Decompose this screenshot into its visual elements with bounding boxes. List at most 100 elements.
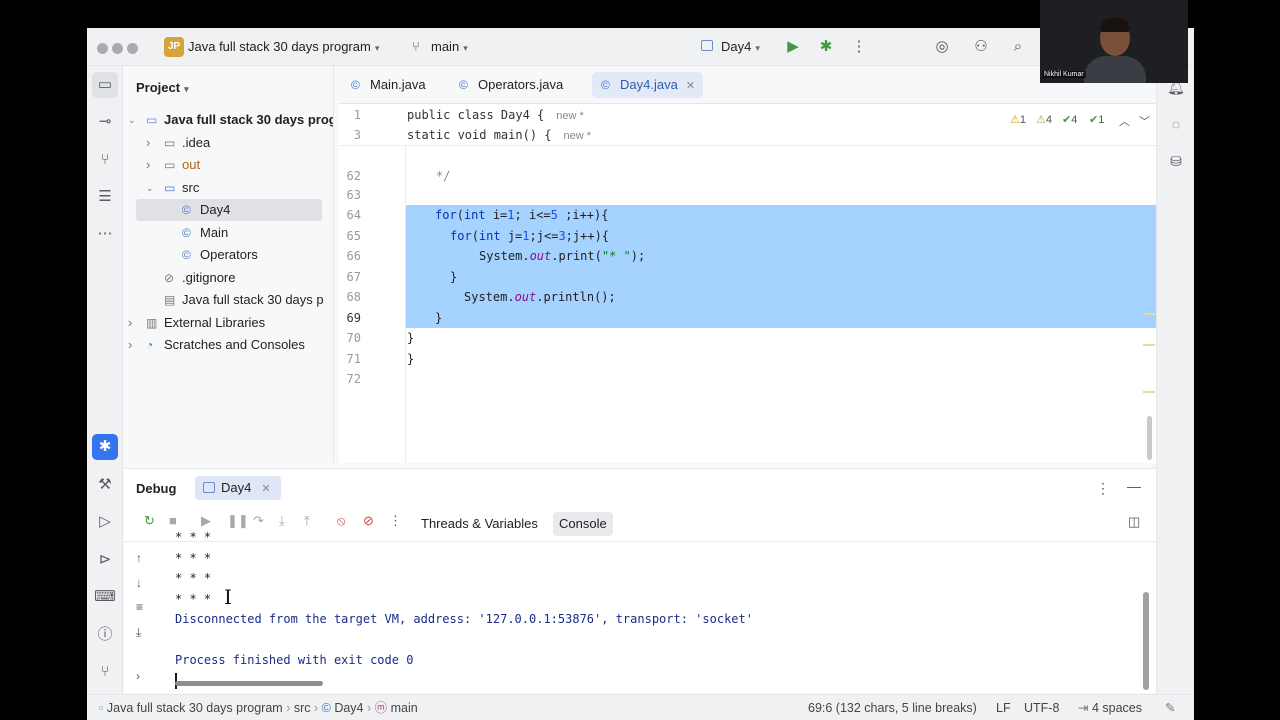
tree-item[interactable]: ▤ Java full stack 30 days p (124, 289, 333, 311)
terminal-tool-icon[interactable]: ⌨ (92, 584, 118, 610)
person-hair (1100, 18, 1130, 32)
warnings-indicator[interactable]: ⚠1 (1010, 113, 1026, 126)
zoom-window-button[interactable] (127, 43, 138, 54)
tab-main-java[interactable]: © Main.java (342, 72, 434, 98)
tree-item-label: Java full stack 30 days p (182, 292, 324, 307)
project-selector[interactable]: Java full stack 30 days program ▾ (188, 39, 379, 54)
file-encoding[interactable]: UTF-8 (1024, 695, 1059, 720)
chevron-right-icon[interactable]: › (128, 334, 132, 356)
layout-settings-icon[interactable]: ◫ (1128, 514, 1140, 530)
chevron-right-icon[interactable]: › (146, 154, 150, 176)
search-icon[interactable]: ⌕ (1007, 36, 1029, 58)
indent-settings[interactable]: ⇥ 4 spaces (1078, 695, 1142, 720)
tree-item[interactable]: © Day4 (136, 199, 322, 221)
tree-item[interactable]: › ▥ External Libraries (124, 312, 333, 334)
project-panel-title[interactable]: Project ▾ (136, 80, 189, 95)
console-output[interactable]: ↑ ↓ ≡ ⤓ › * * * * * * * * * * * * Discon… (124, 530, 1156, 693)
chevron-right-icon[interactable]: › (128, 312, 132, 334)
next-highlight-icon[interactable]: ﹀ (1139, 113, 1150, 129)
line-ending[interactable]: LF (996, 695, 1011, 720)
minimize-window-button[interactable] (112, 43, 123, 54)
database-icon[interactable]: ⛁ (1163, 148, 1189, 174)
git-tool-icon[interactable]: ⑂ (92, 659, 118, 685)
run-config-selector[interactable]: Day4 ▾ (721, 39, 760, 54)
more-tools-icon[interactable]: ⋯ (92, 221, 118, 247)
project-tool-icon[interactable]: ▭ (92, 72, 118, 98)
step-over-icon[interactable]: ↷ (253, 513, 264, 529)
sticky-code-line: public class Day4 {new * (407, 108, 584, 122)
services-tool-icon[interactable]: ⊳ (92, 547, 118, 573)
build-tool-icon[interactable]: ⚒ (92, 472, 118, 498)
chevron-right-icon[interactable]: › (146, 132, 150, 154)
more-options-icon[interactable]: ⋮ (1096, 480, 1110, 497)
tree-item[interactable]: © Operators (124, 244, 333, 266)
scroll-up-icon[interactable]: ↑ (136, 551, 142, 565)
resume-icon[interactable]: ▶ (201, 513, 211, 529)
ok-indicator[interactable]: ✔1 (1089, 113, 1104, 126)
project-badge[interactable]: JP (164, 37, 184, 57)
tree-item[interactable]: © Main (124, 222, 333, 244)
code-with-me-icon[interactable]: ⚇ (970, 36, 992, 58)
debug-session-tab[interactable]: Day4 ✕ (195, 476, 281, 500)
more-debug-actions-icon[interactable]: ⋮ (389, 513, 402, 529)
run-tool-icon[interactable]: ▷ (92, 509, 118, 535)
close-window-button[interactable] (97, 43, 108, 54)
minimize-panel-icon[interactable]: — (1127, 478, 1141, 494)
sticky-lines[interactable]: 1 public class Day4 {new * 3 static void… (339, 104, 1156, 146)
problems-tool-icon[interactable]: ⓘ (92, 622, 118, 648)
breadcrumb-src[interactable]: src (294, 701, 311, 715)
tree-item[interactable]: ⌄ ▭ Java full stack 30 days prog (124, 109, 333, 131)
more-actions-icon[interactable]: ⋮ (848, 36, 870, 58)
tree-item[interactable]: › ◔ Scratches and Consoles (124, 334, 333, 356)
previous-highlight-icon[interactable]: ︿ (1119, 113, 1130, 129)
breadcrumb-project[interactable]: Java full stack 30 days program (107, 701, 283, 715)
java-class-icon: © (182, 203, 191, 217)
stop-icon[interactable]: ■ (169, 513, 177, 528)
code-line: 72 (346, 372, 361, 386)
tree-item[interactable]: › ▭ .idea (124, 132, 333, 154)
commit-tool-icon[interactable]: ⊸ (92, 109, 118, 135)
view-breakpoints-icon[interactable]: ⦸ (337, 513, 345, 529)
close-tab-icon[interactable]: ✕ (261, 483, 270, 495)
ai-chat-icon[interactable]: ◌ (1163, 111, 1189, 137)
breadcrumb-class[interactable]: Day4 (334, 701, 363, 715)
tree-item-label: Day4 (200, 202, 231, 217)
ai-assistant-icon[interactable]: ◎ (931, 36, 953, 58)
read-only-toggle-icon[interactable]: ✎ (1165, 695, 1175, 720)
run-icon[interactable]: ▶ (782, 36, 804, 58)
rerun-icon[interactable]: ↻ (144, 513, 155, 529)
debug-icon[interactable]: ✱ (815, 36, 837, 58)
expand-icon[interactable]: › (136, 669, 140, 683)
editor-scrollbar[interactable] (1147, 416, 1152, 460)
tab-console[interactable]: Console (553, 512, 613, 536)
tab-day4-java[interactable]: © Day4.java ✕ (592, 72, 704, 98)
breadcrumb-method[interactable]: main (391, 701, 418, 715)
mute-breakpoints-icon[interactable]: ⊘ (363, 513, 374, 529)
structure-tool-icon[interactable]: ☰ (92, 184, 118, 210)
scroll-down-icon[interactable]: ↓ (136, 576, 142, 590)
pull-requests-icon[interactable]: ⑂ (92, 147, 118, 173)
editor-pane[interactable]: © Main.java © Operators.java © Day4.java ✕ 1… (339, 66, 1156, 463)
chevron-down-icon[interactable]: ⌄ (128, 109, 136, 131)
chevron-down-icon[interactable]: ⌄ (146, 177, 154, 199)
soft-wrap-icon[interactable]: ≡ (136, 600, 143, 614)
tree-item[interactable]: ⌄ ▭ src (124, 177, 333, 199)
close-tab-icon[interactable]: ✕ (686, 80, 695, 92)
console-vertical-scrollbar[interactable] (1143, 592, 1149, 690)
step-out-icon[interactable]: ⤒ (304, 513, 310, 529)
debug-tool-icon[interactable]: ✱ (92, 434, 118, 460)
tab-operators-java[interactable]: © Operators.java (450, 72, 571, 98)
typos-indicator[interactable]: ✔4 (1062, 113, 1077, 126)
tree-item-label: Operators (200, 247, 258, 262)
scroll-to-end-icon[interactable]: ⤓ (136, 625, 141, 640)
tab-threads-variables[interactable]: Threads & Variables (415, 512, 544, 536)
tree-item[interactable]: › ▭ out (124, 154, 333, 176)
pause-icon[interactable]: ❚❚ (227, 513, 249, 529)
code-line: 68 System.out.println(); (339, 287, 1156, 308)
console-horizontal-scrollbar[interactable] (175, 681, 323, 686)
caret-position[interactable]: 69:6 (132 chars, 5 line breaks) (808, 695, 977, 720)
weak-warnings-indicator[interactable]: ⚠4 (1036, 113, 1052, 126)
branch-selector[interactable]: main ▾ (431, 39, 468, 54)
tree-item[interactable]: ⊘ .gitignore (124, 267, 333, 289)
step-into-icon[interactable]: ⤓ (279, 513, 285, 529)
